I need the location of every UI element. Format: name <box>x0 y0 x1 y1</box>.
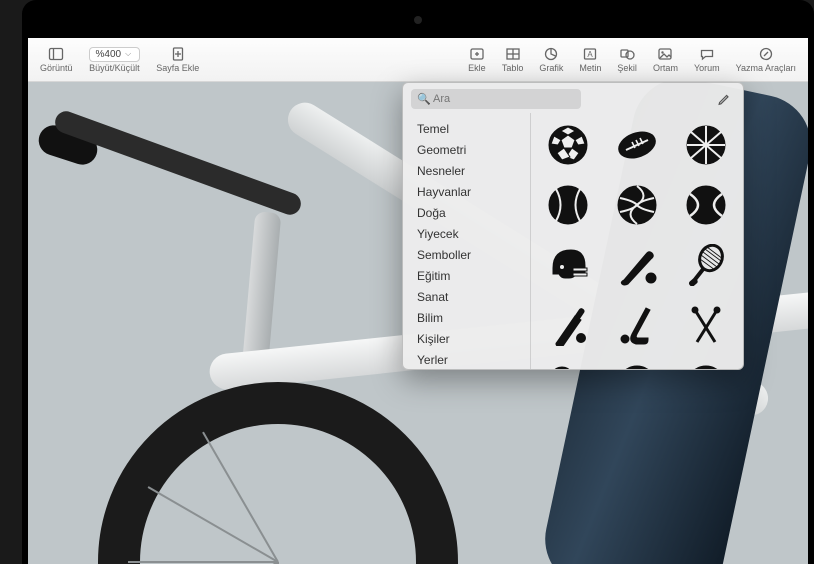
shape-football-helmet[interactable] <box>544 241 592 289</box>
svg-text:A: A <box>588 50 594 59</box>
shape-category-item[interactable]: Bilim <box>407 308 526 329</box>
writing-tools-icon <box>757 46 775 62</box>
text-button[interactable]: A Metin <box>573 46 607 73</box>
toolbar: Görüntü %400 ⌵ Büyüt/Küçült Sayfa Ekle <box>28 38 808 82</box>
plus-page-icon <box>169 46 187 62</box>
comment-button[interactable]: Yorum <box>688 46 726 73</box>
insert-button[interactable]: Ekle <box>462 46 492 73</box>
add-page-button[interactable]: Sayfa Ekle <box>150 46 205 73</box>
camera-dot <box>414 16 422 24</box>
view-button[interactable]: Görüntü <box>34 46 79 73</box>
shape-category-item[interactable]: Sanat <box>407 287 526 308</box>
shape-hockey-stick[interactable] <box>613 301 661 349</box>
media-button[interactable]: Ortam <box>647 46 684 73</box>
shape-category-item[interactable]: Nesneler <box>407 161 526 182</box>
sidebar-icon <box>47 46 65 62</box>
shape-icon <box>618 46 636 62</box>
shape-dartboard[interactable] <box>682 361 730 369</box>
shape-grid <box>531 113 743 369</box>
table-label: Tablo <box>502 63 524 73</box>
shape-bowling-ball[interactable] <box>613 361 661 369</box>
shape-tennis-ball[interactable] <box>682 181 730 229</box>
shape-pingpong[interactable] <box>544 361 592 369</box>
shape-category-item[interactable]: Temel <box>407 119 526 140</box>
shape-category-item[interactable]: Doğa <box>407 203 526 224</box>
shape-category-item[interactable]: Yerler <box>407 350 526 369</box>
shape-category-item[interactable]: Yiyecek <box>407 224 526 245</box>
shape-baseball[interactable] <box>544 181 592 229</box>
text-label: Metin <box>579 63 601 73</box>
insert-label: Ekle <box>468 63 486 73</box>
zoom-value: %400 <box>96 49 122 60</box>
chart-label: Grafik <box>539 63 563 73</box>
shape-baseball-bat[interactable] <box>613 241 661 289</box>
shape-category-item[interactable]: Kişiler <box>407 329 526 350</box>
table-icon <box>504 46 522 62</box>
shape-button[interactable]: Şekil <box>611 46 643 73</box>
shape-football[interactable] <box>613 121 661 169</box>
shape-category-item[interactable]: Eğitim <box>407 266 526 287</box>
chevron-down-icon: ⌵ <box>125 49 131 59</box>
text-icon: A <box>581 46 599 62</box>
view-label: Görüntü <box>40 63 73 73</box>
chart-icon <box>542 46 560 62</box>
shapes-popover: 🔍 TemelGeometriNesnelerHayvanlarDoğaYiye… <box>402 82 744 370</box>
shape-basketball[interactable] <box>682 121 730 169</box>
shape-label: Şekil <box>617 63 637 73</box>
edit-shapes-button[interactable] <box>713 89 735 109</box>
shape-tennis-racket[interactable] <box>682 241 730 289</box>
comment-label: Yorum <box>694 63 720 73</box>
shape-category-item[interactable]: Semboller <box>407 245 526 266</box>
shape-category-item[interactable]: Geometri <box>407 140 526 161</box>
shape-ski-poles[interactable] <box>682 301 730 349</box>
shape-search-input[interactable] <box>411 89 581 109</box>
add-page-label: Sayfa Ekle <box>156 63 199 73</box>
writing-tools-label: Yazma Araçları <box>736 63 796 73</box>
shape-cricket-bat[interactable] <box>544 301 592 349</box>
chart-button[interactable]: Grafik <box>533 46 569 73</box>
media-label: Ortam <box>653 63 678 73</box>
zoom-control[interactable]: %400 ⌵ Büyüt/Küçült <box>83 47 147 73</box>
shape-volleyball[interactable] <box>613 181 661 229</box>
shape-soccer-ball[interactable] <box>544 121 592 169</box>
insert-icon <box>468 46 486 62</box>
shape-category-item[interactable]: Hayvanlar <box>407 182 526 203</box>
media-icon <box>656 46 674 62</box>
table-button[interactable]: Tablo <box>496 46 530 73</box>
shape-category-list: TemelGeometriNesnelerHayvanlarDoğaYiyece… <box>403 113 531 369</box>
writing-tools-button[interactable]: Yazma Araçları <box>730 46 802 73</box>
zoom-label: Büyüt/Küçült <box>89 63 140 73</box>
comment-icon <box>698 46 716 62</box>
